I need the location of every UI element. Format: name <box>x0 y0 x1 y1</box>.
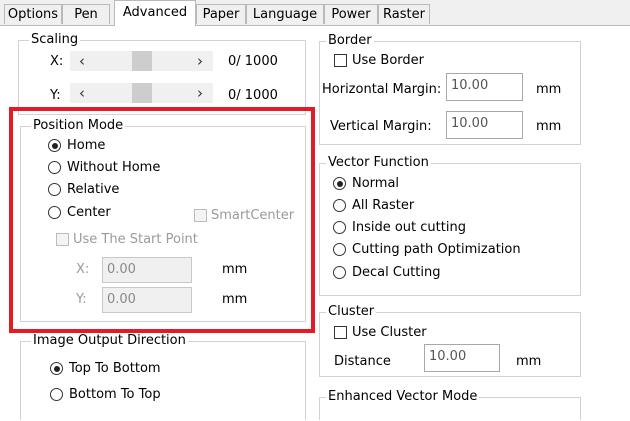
scaling-title: Scaling <box>29 32 81 48</box>
use-start-point-label: Use The Start Point <box>73 232 198 247</box>
position-center-radio[interactable] <box>48 206 61 219</box>
vector-path-opt-label: Cutting path Optimization <box>352 242 521 257</box>
distance-input[interactable]: 10.00 <box>424 344 500 372</box>
tab-label: Raster <box>383 7 425 22</box>
smart-center-checkbox[interactable] <box>194 209 207 222</box>
position-y-unit: mm <box>222 292 248 307</box>
tab-pen[interactable]: Pen <box>62 4 110 24</box>
scaling-x-value: 0/ 1000 <box>228 54 278 69</box>
position-y-input[interactable]: 0.00 <box>102 287 192 313</box>
scaling-x-label: X: <box>50 54 64 69</box>
scaling-x-right-arrow-icon[interactable]: › <box>194 53 206 69</box>
tab-language[interactable]: Language <box>246 4 324 24</box>
tab-label: Language <box>252 7 318 22</box>
position-relative-label: Relative <box>67 182 120 197</box>
top-to-bottom-radio[interactable] <box>50 362 63 375</box>
tab-bar: Options Pen Advanced Paper Language Powe… <box>0 0 630 26</box>
vector-decal-label: Decal Cutting <box>352 265 441 280</box>
image-output-group: Image Output Direction <box>20 333 306 420</box>
tab-label: Options <box>7 7 59 22</box>
scaling-y-value: 0/ 1000 <box>228 88 278 103</box>
vector-all-raster-label: All Raster <box>352 198 415 213</box>
vector-all-raster-radio[interactable] <box>333 199 346 212</box>
scaling-y-right-arrow-icon[interactable]: › <box>194 85 206 101</box>
vertical-margin-unit: mm <box>536 119 562 134</box>
tab-label: Paper <box>202 7 240 22</box>
scaling-y-label: Y: <box>50 88 61 103</box>
position-home-radio[interactable] <box>48 139 61 152</box>
position-mode-title: Position Mode <box>31 118 126 134</box>
vertical-margin-label: Vertical Margin: <box>330 119 432 134</box>
vector-inside-out-label: Inside out cutting <box>352 220 466 235</box>
vector-inside-out-radio[interactable] <box>333 221 346 234</box>
use-border-checkbox[interactable] <box>334 54 347 67</box>
position-without-home-radio[interactable] <box>48 161 61 174</box>
cluster-title: Cluster <box>326 304 377 320</box>
tab-power[interactable]: Power <box>324 4 378 24</box>
position-without-home-label: Without Home <box>67 160 161 175</box>
position-y-label: Y: <box>76 292 87 307</box>
enhanced-vector-title: Enhanced Vector Mode <box>326 389 480 405</box>
tab-paper[interactable]: Paper <box>196 4 246 24</box>
smart-center-label: SmartCenter <box>211 208 295 223</box>
enhanced-vector-group: Enhanced Vector Mode <box>319 389 581 420</box>
image-output-title: Image Output Direction <box>31 333 188 349</box>
scaling-x-thumb[interactable] <box>132 51 152 71</box>
tab-advanced[interactable]: Advanced <box>114 0 196 26</box>
position-home-label: Home <box>67 138 106 153</box>
position-x-unit: mm <box>222 262 248 277</box>
scaling-x-left-arrow-icon[interactable]: ‹ <box>76 53 88 69</box>
vector-path-opt-radio[interactable] <box>333 243 346 256</box>
position-x-input[interactable]: 0.00 <box>102 257 192 283</box>
use-border-label: Use Border <box>352 53 425 68</box>
tab-raster[interactable]: Raster <box>378 4 430 24</box>
tab-label: Power <box>331 7 371 22</box>
vertical-margin-input[interactable]: 10.00 <box>446 111 523 139</box>
use-cluster-checkbox[interactable] <box>334 326 347 339</box>
top-to-bottom-label: Top To Bottom <box>69 361 161 376</box>
vector-normal-label: Normal <box>352 176 400 191</box>
border-title: Border <box>326 33 374 49</box>
horizontal-margin-input[interactable]: 10.00 <box>446 73 523 101</box>
bottom-to-top-radio[interactable] <box>50 388 63 401</box>
scaling-y-thumb[interactable] <box>132 83 152 103</box>
use-cluster-label: Use Cluster <box>352 325 427 340</box>
tab-label: Advanced <box>122 5 188 20</box>
position-relative-radio[interactable] <box>48 183 61 196</box>
tab-label: Pen <box>74 7 98 22</box>
horizontal-margin-unit: mm <box>536 82 562 97</box>
use-start-point-checkbox[interactable] <box>56 233 69 246</box>
position-x-label: X: <box>76 262 90 277</box>
distance-unit: mm <box>516 354 542 369</box>
position-center-label: Center <box>67 205 111 220</box>
horizontal-margin-label: Horizontal Margin: <box>322 82 442 97</box>
scaling-y-left-arrow-icon[interactable]: ‹ <box>76 85 88 101</box>
bottom-to-top-label: Bottom To Top <box>69 387 161 402</box>
distance-label: Distance <box>334 354 391 369</box>
vector-function-title: Vector Function <box>326 155 431 171</box>
vector-decal-radio[interactable] <box>333 266 346 279</box>
vector-normal-radio[interactable] <box>333 177 346 190</box>
tab-options[interactable]: Options <box>4 4 62 24</box>
